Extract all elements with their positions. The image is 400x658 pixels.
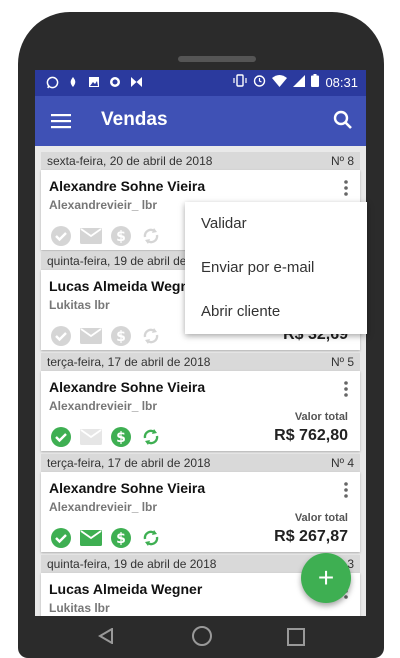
app-screen: 08:31 Vendas sexta-feira, 20 de abril de… <box>35 70 366 616</box>
sale-date-row: terça-feira, 17 de abril de 2018 Nº 5 <box>41 353 360 371</box>
phone-speaker <box>178 56 256 62</box>
email-icon[interactable] <box>79 324 103 348</box>
image-icon <box>87 75 101 89</box>
sale-card[interactable]: Alexandre Sohne Vieira Alexandrevieir_ l… <box>41 371 360 451</box>
sale-date: terça-feira, 17 de abril de 2018 <box>47 456 211 470</box>
back-icon[interactable] <box>98 627 114 649</box>
search-icon[interactable] <box>332 109 354 131</box>
total-label: Valor total <box>294 512 348 524</box>
sync-icon[interactable] <box>139 526 163 550</box>
menu-icon[interactable] <box>51 113 71 129</box>
status-bar: 08:31 <box>35 70 366 96</box>
home-icon[interactable] <box>192 626 212 646</box>
wifi-icon <box>272 74 288 90</box>
sale-date: terça-feira, 17 de abril de 2018 <box>47 355 211 369</box>
bow-icon <box>129 75 143 89</box>
customer-name: Alexandre Sohne Vieira <box>49 178 206 194</box>
svg-text:$: $ <box>116 329 126 345</box>
page-title: Vendas <box>101 109 168 130</box>
sale-total: R$ 762,80 <box>274 427 348 444</box>
signal-icon <box>293 74 306 90</box>
more-vert-icon[interactable] <box>344 180 348 196</box>
svg-text:$: $ <box>116 531 126 547</box>
whatsapp-icon <box>45 75 59 89</box>
battery-icon <box>311 74 320 90</box>
more-vert-icon[interactable] <box>344 381 348 397</box>
seller-user: Lukitas lbr <box>49 298 110 312</box>
dollar-circle-icon[interactable]: $ <box>109 224 133 248</box>
check-circle-icon[interactable] <box>49 324 73 348</box>
sale-date-row: terça-feira, 17 de abril de 2018 Nº 4 <box>41 454 360 472</box>
customer-name: Alexandre Sohne Vieira <box>49 480 206 496</box>
plus-icon: + <box>317 562 335 593</box>
email-icon[interactable] <box>79 224 103 248</box>
menu-item-abrir-cliente[interactable]: Abrir cliente <box>185 290 367 334</box>
sale-item: terça-feira, 17 de abril de 2018 Nº 5 Al… <box>41 353 360 451</box>
alarm-icon <box>253 74 266 90</box>
sync-icon[interactable] <box>139 425 163 449</box>
dollar-circle-icon[interactable]: $ <box>109 425 133 449</box>
total-label: Valor total <box>294 411 348 423</box>
email-icon[interactable] <box>79 425 103 449</box>
add-sale-button[interactable]: + <box>301 553 351 603</box>
dollar-circle-icon[interactable]: $ <box>109 324 133 348</box>
seller-user: Lukitas lbr <box>49 601 110 615</box>
flame-icon <box>66 75 80 89</box>
menu-item-validar[interactable]: Validar <box>185 202 367 246</box>
vibrate-icon <box>233 74 248 90</box>
svg-text:$: $ <box>116 430 126 446</box>
recents-icon[interactable] <box>287 628 305 646</box>
customer-name: Lucas Almeida Wegner <box>49 581 203 597</box>
seller-user: Alexandrevieir_ lbr <box>49 198 158 212</box>
email-icon[interactable] <box>79 526 103 550</box>
check-circle-icon[interactable] <box>49 224 73 248</box>
seller-user: Alexandrevieir_ lbr <box>49 500 158 514</box>
sale-number: Nº 5 <box>330 355 354 369</box>
android-nav-bar <box>35 616 366 656</box>
sale-card[interactable]: Alexandre Sohne Vieira Alexandrevieir_ l… <box>41 472 360 552</box>
sync-icon[interactable] <box>139 224 163 248</box>
sale-total: R$ 267,87 <box>274 528 348 545</box>
sale-date-row: sexta-feira, 20 de abril de 2018 Nº 8 <box>41 152 360 170</box>
sale-number: Nº 4 <box>330 456 354 470</box>
dollar-circle-icon[interactable]: $ <box>109 526 133 550</box>
sync-icon[interactable] <box>139 324 163 348</box>
circle-app-icon <box>108 75 122 89</box>
svg-text:$: $ <box>116 229 126 245</box>
context-menu: Validar Enviar por e-mail Abrir cliente <box>185 202 367 334</box>
sale-number: Nº 8 <box>330 154 354 168</box>
check-circle-icon[interactable] <box>49 526 73 550</box>
clock-text: 08:31 <box>325 74 358 90</box>
check-circle-icon[interactable] <box>49 425 73 449</box>
customer-name: Lucas Almeida Wegner <box>49 278 203 294</box>
sale-date: quinta-feira, 19 de abril de 2018 <box>47 557 217 571</box>
app-bar: Vendas <box>35 96 366 146</box>
sale-item: terça-feira, 17 de abril de 2018 Nº 4 Al… <box>41 454 360 552</box>
menu-item-enviar-email[interactable]: Enviar por e-mail <box>185 246 367 290</box>
seller-user: Alexandrevieir_ lbr <box>49 399 158 413</box>
customer-name: Alexandre Sohne Vieira <box>49 379 206 395</box>
sale-date: sexta-feira, 20 de abril de 2018 <box>47 154 213 168</box>
more-vert-icon[interactable] <box>344 482 348 498</box>
